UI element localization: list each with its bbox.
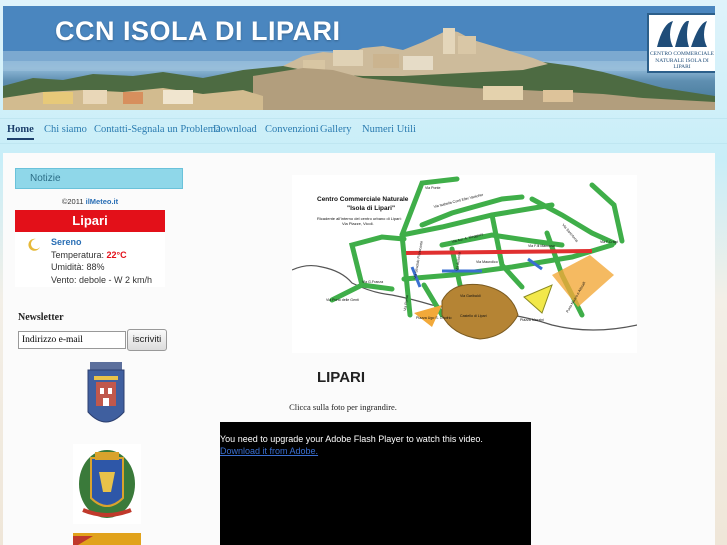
map-label: Via F.lli Mancuso: [528, 244, 555, 248]
ccn-logo[interactable]: CENTRO COMMERCIALE NATURALE ISOLA DI LIP…: [647, 13, 715, 73]
map-label: Via Garibaldi: [460, 294, 481, 298]
moon-icon: [28, 238, 40, 251]
lipari-map-image[interactable]: Centro Commerciale Naturale "Isola di Li…: [292, 175, 637, 353]
meteo-temperature: Temperatura: 22°C: [51, 249, 152, 262]
flash-video-player[interactable]: You need to upgrade your Adobe Flash Pla…: [220, 422, 531, 545]
municipality-crest-icon[interactable]: [73, 444, 141, 524]
meteo-wind: Vento: debole - W 2 km/h: [51, 274, 153, 285]
meteo-details: Sereno Temperatura: 22°C Umidità: 88% Ve…: [51, 236, 152, 286]
meteo-copyright: ©2011: [61, 197, 84, 206]
ccn-logo-mark: [657, 20, 707, 47]
meteo-city[interactable]: Lipari: [15, 210, 165, 232]
main-nav: Home Chi siamo Contatti-Segnala un Probl…: [0, 118, 727, 144]
map-label: Piazza Ugo S. Onofrio: [416, 316, 452, 320]
flash-upgrade-message: You need to upgrade your Adobe Flash Pla…: [220, 434, 483, 444]
content-area: Notizie ©2011 ilMeteo.it Lipari Sereno T…: [3, 153, 715, 545]
meteo-sky: Sereno: [51, 237, 82, 247]
map-label: Via Ponte: [425, 186, 441, 190]
map-city-label: LIPARI: [316, 369, 366, 386]
nav-home[interactable]: Home: [7, 124, 34, 140]
newsletter-subscribe-button[interactable]: iscriviti: [127, 329, 167, 351]
newsletter-title: Newsletter: [18, 312, 64, 323]
logo-text: CENTRO COMMERCIALE NATURALE ISOLA DI LIP…: [649, 51, 714, 70]
notizie-header[interactable]: Notizie: [15, 168, 183, 189]
map-label: Via Porto delle Genti: [326, 298, 359, 302]
regional-flag-icon[interactable]: [73, 533, 141, 545]
meteo-temp-label: Temperatura:: [51, 249, 105, 260]
map-label: Piazza Mazzini: [520, 318, 544, 322]
meteo-brand-link[interactable]: ilMeteo.it: [86, 197, 119, 206]
map-caption: Clicca sulla foto per ingrandire.: [289, 402, 397, 412]
sidebar: Notizie ©2011 ilMeteo.it Lipari Sereno T…: [3, 153, 183, 545]
notizie-label: Notizie: [30, 173, 61, 184]
map-label: Via G.Franza: [362, 280, 383, 284]
nav-convenzioni[interactable]: Convenzioni: [265, 124, 319, 135]
nav-gallery[interactable]: Gallery: [320, 124, 352, 135]
newsletter-email-input[interactable]: [18, 331, 126, 349]
map-label: Via F.Crispi: [600, 240, 618, 244]
map-title: Centro Commerciale Naturale: [317, 196, 409, 203]
nav-contatti[interactable]: Contatti-Segnala un Problema: [94, 124, 221, 135]
lipari-crest-icon[interactable]: [84, 356, 128, 436]
header-banner: CCN ISOLA DI LIPARI CENTRO COMMERCIALE N…: [3, 6, 715, 110]
map-note-streets: Via Piazze, Vicoli.: [342, 221, 374, 226]
nav-chi-siamo[interactable]: Chi siamo: [44, 124, 87, 135]
flag-stripe-mark: [73, 536, 93, 545]
meteo-temp-value: 22°C: [106, 249, 127, 260]
nav-numeri-utili[interactable]: Numeri Utili: [362, 124, 416, 135]
site-title[interactable]: CCN ISOLA DI LIPARI: [55, 16, 341, 47]
flash-download-link[interactable]: Download it from Adobe.: [220, 446, 318, 456]
meteo-humidity: Umidità: 88%: [51, 262, 105, 273]
meteo-credit: ©2011 ilMeteo.it: [15, 197, 165, 206]
map-subtitle: "Isola di Lipari": [347, 205, 395, 212]
main-column: Centro Commerciale Naturale "Isola di Li…: [183, 153, 715, 545]
map-label: Castello di Lipari: [460, 314, 487, 318]
nav-download[interactable]: Download: [213, 124, 257, 135]
meteo-widget[interactable]: Sereno Temperatura: 22°C Umidità: 88% Ve…: [15, 232, 165, 287]
map-label: Via Maurolico: [476, 260, 498, 264]
